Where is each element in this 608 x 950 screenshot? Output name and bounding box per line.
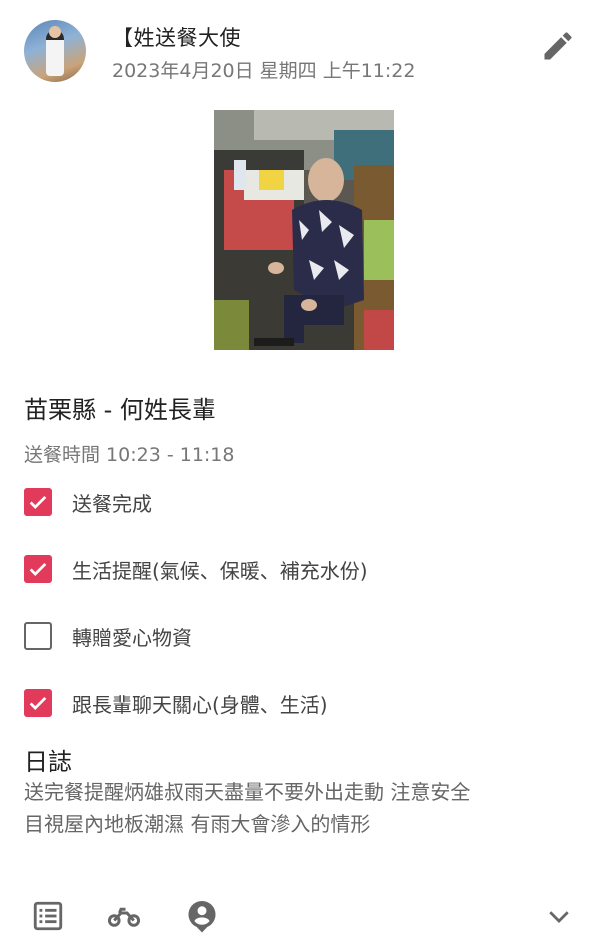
- list-button[interactable]: [30, 898, 66, 934]
- log-line: 目視屋內地板潮濕 有雨大會滲入的情形: [24, 812, 371, 836]
- checklist-item-meal-delivered[interactable]: 送餐完成: [24, 486, 584, 518]
- checklist-item-life-reminder[interactable]: 生活提醒(氣候、保暖、補充水份): [24, 553, 584, 585]
- checkbox-checked[interactable]: [24, 488, 52, 516]
- poster-name: 【姓送餐大使: [112, 26, 241, 50]
- post-header: 【姓送餐大使 2023年4月20日 星期四 上午11:22: [0, 0, 608, 100]
- checklist-item-donated-supplies[interactable]: 轉贈愛心物資: [24, 620, 584, 652]
- check-icon: [29, 696, 47, 710]
- elderly-person-photo: [214, 110, 394, 350]
- check-icon: [29, 562, 47, 576]
- record-title: 苗栗縣 - 何姓長輩: [24, 396, 216, 424]
- delivery-button[interactable]: [106, 898, 142, 934]
- person-pin-icon: [188, 901, 216, 933]
- log-line: 送完餐提醒炳雄叔雨天盡量不要外出走動 注意安全: [24, 780, 471, 804]
- motorcycle-icon: [107, 907, 141, 927]
- expand-button[interactable]: [541, 898, 577, 934]
- chevron-down-icon: [549, 911, 569, 923]
- checklist-label: 送餐完成: [72, 491, 152, 516]
- checkbox-checked[interactable]: [24, 555, 52, 583]
- list-icon: [33, 901, 63, 931]
- checklist-label: 生活提醒(氣候、保暖、補充水份): [72, 558, 368, 583]
- check-icon: [29, 495, 47, 509]
- checklist-label: 轉贈愛心物資: [72, 625, 192, 650]
- checkbox-checked[interactable]: [24, 689, 52, 717]
- checkbox-unchecked[interactable]: [24, 622, 52, 650]
- pencil-icon: [544, 32, 572, 60]
- avatar-face: [49, 26, 61, 38]
- location-button[interactable]: [184, 898, 220, 934]
- log-heading: 日誌: [24, 748, 72, 776]
- checklist-label: 跟長輩聊天關心(身體、生活): [72, 692, 328, 717]
- post-timestamp: 2023年4月20日 星期四 上午11:22: [112, 60, 416, 82]
- checklist-item-chat-care[interactable]: 跟長輩聊天關心(身體、生活): [24, 687, 584, 719]
- log-text: 送完餐提醒炳雄叔雨天盡量不要外出走動 注意安全 目視屋內地板潮濕 有雨大會滲入的…: [24, 776, 584, 840]
- delivery-time: 送餐時間 10:23 - 11:18: [24, 444, 235, 466]
- edit-button[interactable]: [540, 28, 576, 64]
- delivery-photo[interactable]: [214, 110, 394, 350]
- avatar[interactable]: [24, 20, 86, 82]
